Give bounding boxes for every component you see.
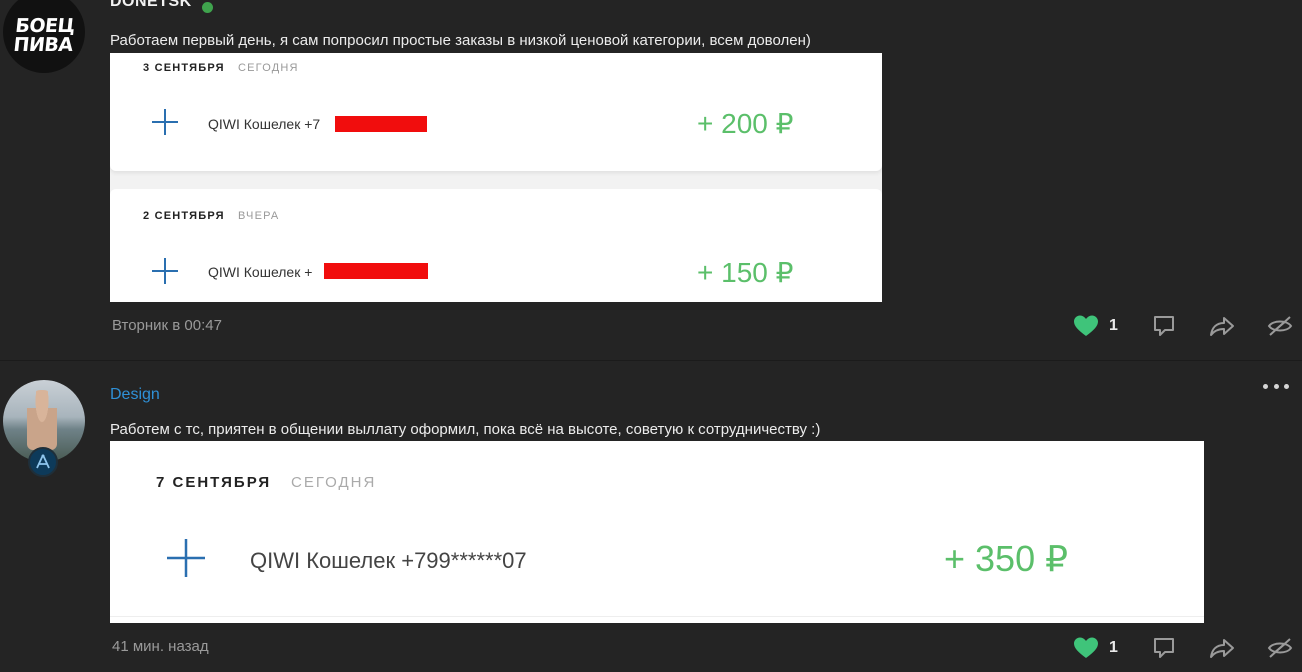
post: БОЕЦ ПИВА DONETSK Работаем первый день, … (0, 0, 1302, 360)
transaction-amount: + 150 ₽ (697, 257, 794, 288)
share-button[interactable] (1209, 635, 1235, 661)
redaction-mark (324, 263, 428, 279)
post-time[interactable]: 41 мин. назад (112, 638, 209, 655)
like-button[interactable]: 1 (1073, 635, 1118, 661)
hide-button[interactable] (1267, 313, 1293, 339)
hide-icon (1267, 638, 1293, 658)
transaction-card: 2 СЕНТЯБРЯ ВЧЕРА QIWI Кошелек + + 150 ₽ (110, 189, 882, 302)
avatar[interactable]: БОЕЦ ПИВА (3, 0, 85, 73)
heart-icon (1074, 315, 1098, 336)
transaction-card: 3 СЕНТЯБРЯ СЕГОДНЯ QIWI Кошелек +7 + 200… (110, 53, 882, 171)
comment-button[interactable] (1152, 635, 1176, 661)
comment-icon (1154, 316, 1174, 336)
avatar-logo-text: БОЕЦ ПИВА (12, 15, 76, 56)
online-indicator (202, 2, 213, 13)
share-icon (1210, 317, 1234, 336)
like-count: 1 (1109, 317, 1118, 334)
share-icon (1210, 639, 1234, 658)
post-attachment-image[interactable]: 7 СЕНТЯБРЯ СЕГОДНЯ QIWI Кошелек +799****… (110, 441, 1204, 623)
post-author[interactable]: DONETSK (110, 0, 192, 11)
hide-button[interactable] (1267, 635, 1293, 661)
comment-icon (1154, 638, 1174, 658)
transaction-date-relative: СЕГОДНЯ (291, 474, 377, 491)
post-author[interactable]: Design (110, 386, 160, 404)
post: Design Работем с тс, приятен в общении в… (0, 361, 1302, 672)
transaction-date: 3 СЕНТЯБРЯ (143, 62, 225, 74)
transaction-amount: + 350 ₽ (944, 538, 1068, 579)
post-attachment-image[interactable]: 3 СЕНТЯБРЯ СЕГОДНЯ QIWI Кошелек +7 + 200… (110, 53, 882, 302)
plus-icon (165, 537, 207, 587)
post-time[interactable]: Вторник в 00:47 (112, 317, 222, 334)
comment-button[interactable] (1152, 313, 1176, 339)
transaction-date-relative: СЕГОДНЯ (238, 62, 299, 74)
heart-icon (1074, 637, 1098, 658)
designer-badge-icon (28, 447, 58, 477)
wallet-number: QIWI Кошелек +799******07 (250, 548, 527, 573)
post-text: Работаем первый день, я сам попросил про… (110, 32, 811, 49)
card-divider (110, 616, 1204, 617)
transaction-date: 2 СЕНТЯБРЯ (143, 210, 225, 222)
post-actions: 1 (1070, 635, 1302, 661)
plus-icon (150, 256, 180, 292)
post-text: Работем с тс, приятен в общении выллату … (110, 421, 821, 438)
wallet-number: QIWI Кошелек + (208, 264, 313, 280)
plus-icon (150, 107, 180, 143)
hide-icon (1267, 316, 1293, 336)
post-actions: 1 (1070, 313, 1302, 339)
wallet-number: QIWI Кошелек +7 (208, 116, 321, 132)
like-button[interactable]: 1 (1073, 313, 1118, 339)
redaction-mark (335, 116, 427, 132)
more-icon[interactable] (1263, 381, 1289, 391)
transaction-date-relative: ВЧЕРА (238, 210, 280, 222)
transaction-amount: + 200 ₽ (697, 108, 794, 139)
like-count: 1 (1109, 639, 1118, 656)
share-button[interactable] (1209, 313, 1235, 339)
transaction-date: 7 СЕНТЯБРЯ (156, 474, 272, 491)
